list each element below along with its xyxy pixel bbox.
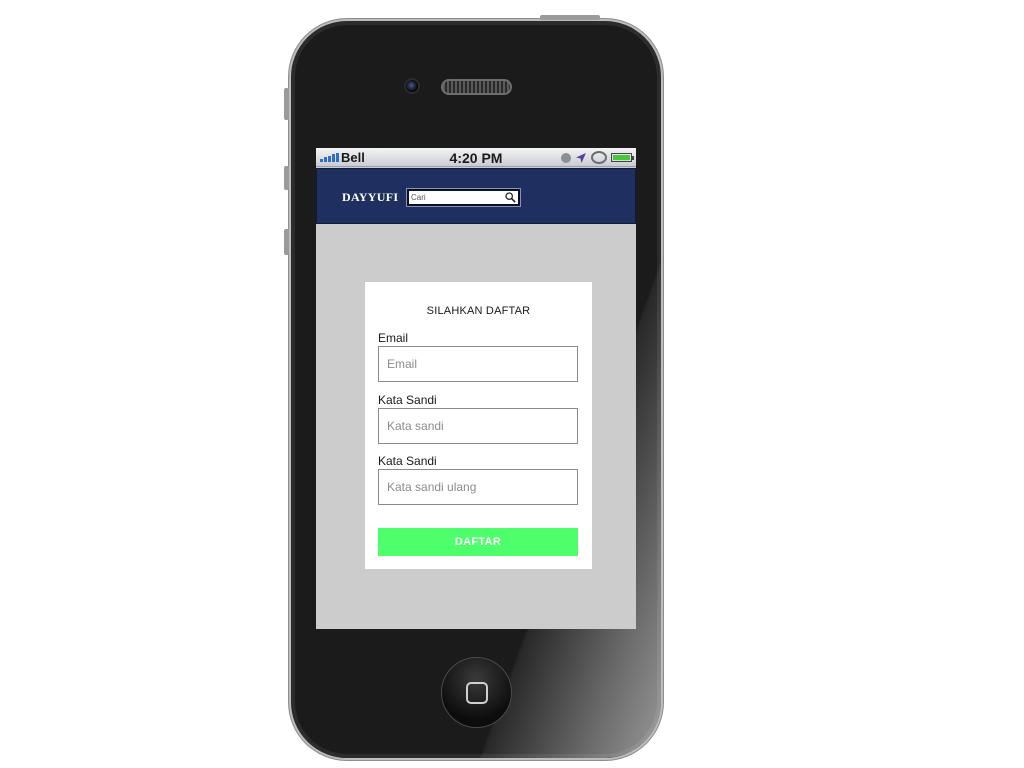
location-arrow-icon	[576, 152, 586, 163]
alarm-icon	[561, 152, 571, 163]
password-field[interactable]	[378, 408, 578, 444]
app-header: DAYYUFI	[316, 168, 636, 224]
battery-icon	[611, 153, 634, 162]
form-title: SILAHKAN DAFTAR	[426, 305, 531, 317]
front-camera	[404, 78, 420, 94]
search-input[interactable]	[409, 191, 504, 204]
home-button[interactable]	[441, 657, 512, 728]
password-label: Kata Sandi	[378, 393, 437, 407]
earpiece-speaker	[441, 79, 512, 95]
search-icon[interactable]	[505, 192, 516, 203]
mute-switch	[284, 88, 289, 120]
home-square-icon	[466, 682, 488, 704]
phone-screen: Bell 4:20 PM DAYYUFI SILAHKAN DAFTAR Ema…	[316, 148, 636, 629]
register-card: SILAHKAN DAFTAR Email Kata Sandi Kata Sa…	[365, 282, 592, 569]
email-label: Email	[378, 331, 409, 345]
power-button	[540, 15, 600, 20]
rotation-lock-icon	[591, 151, 607, 164]
volume-up-button	[284, 166, 289, 190]
volume-down-button	[284, 229, 289, 255]
brand-logo[interactable]: DAYYUFI	[342, 190, 398, 205]
confirm-password-label: Kata Sandi	[378, 454, 437, 468]
register-button[interactable]: DAFTAR	[378, 528, 578, 556]
confirm-password-field[interactable]	[378, 469, 578, 505]
status-bar: Bell 4:20 PM	[316, 148, 636, 167]
search-box	[406, 188, 521, 207]
email-field[interactable]	[378, 346, 578, 382]
